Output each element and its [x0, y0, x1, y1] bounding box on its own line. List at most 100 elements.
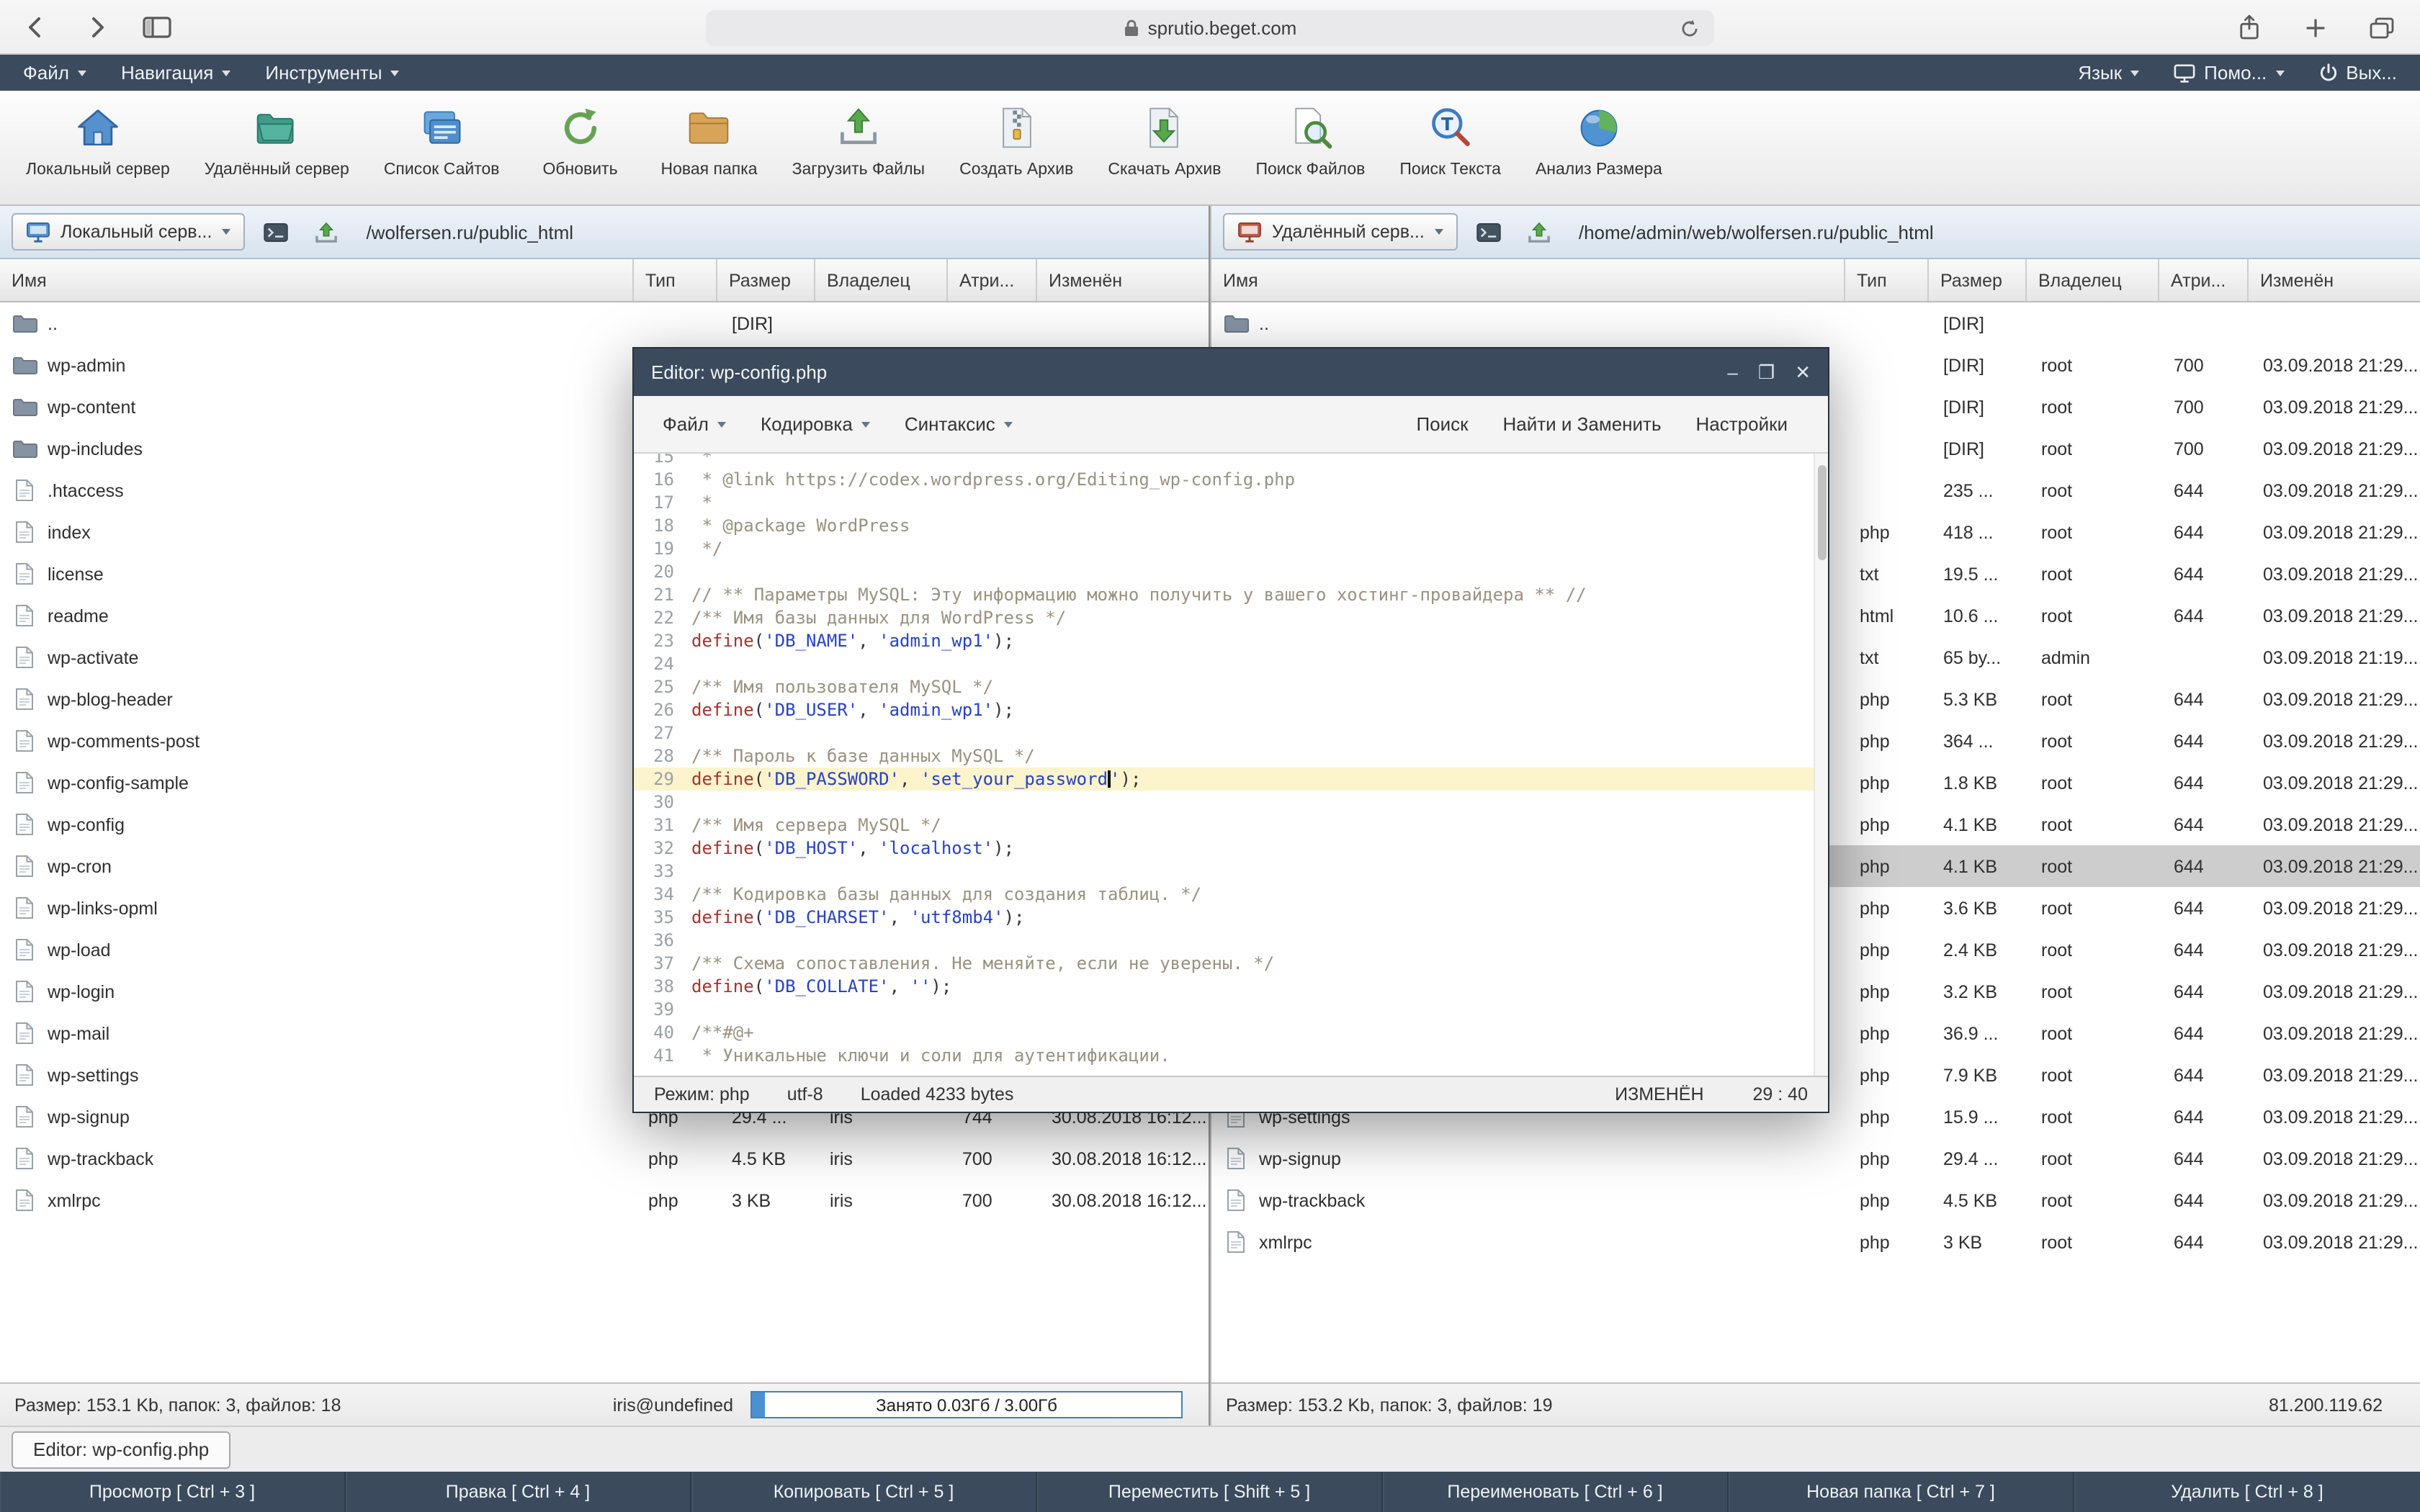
show-tabs-button[interactable]	[2362, 9, 2400, 46]
column-header[interactable]: Владелец	[815, 259, 948, 301]
editor-code-area[interactable]: 15 * 16 * @link https://codex.wordpress.…	[634, 454, 1828, 1076]
table-row[interactable]: xmlrpc php 3 KB root 644 03.09.2018 21:2…	[1211, 1221, 2420, 1263]
table-row[interactable]: .. [DIR]	[1211, 302, 2420, 344]
editor-menu-action[interactable]: Найти и Заменить	[1486, 396, 1679, 452]
editor-menu-item[interactable]: Синтаксис	[887, 396, 1030, 452]
action-button[interactable]: Правка [ Ctrl + 4 ]	[346, 1472, 691, 1512]
menu-help[interactable]: Помо...	[2156, 55, 2301, 91]
editor-scrollbar[interactable]	[1814, 454, 1828, 1076]
code-line[interactable]: 22 /** Имя базы данных для WordPress */	[634, 606, 1828, 629]
code-line[interactable]: 23 define('DB_NAME', 'admin_wp1');	[634, 629, 1828, 652]
maximize-button[interactable]: ❐	[1758, 363, 1775, 382]
table-row[interactable]: wp-trackback php 4.5 KB iris 700 30.08.2…	[0, 1138, 1209, 1179]
code-line[interactable]: 17 *	[634, 491, 1828, 514]
action-button[interactable]: Копировать [ Ctrl + 5 ]	[691, 1472, 1037, 1512]
remote-server-selector[interactable]: Удалённый серв...	[1223, 213, 1458, 251]
column-header[interactable]: Владелец	[2027, 259, 2159, 301]
menu-item[interactable]: Навигация	[104, 55, 248, 91]
editor-title-bar[interactable]: Editor: wp-config.php – ❐ ✕	[634, 348, 1828, 396]
file-name: xmlrpc	[48, 1190, 101, 1210]
table-row[interactable]: wp-signup php 29.4 ... root 644 03.09.20…	[1211, 1138, 2420, 1179]
upload-button[interactable]	[1520, 214, 1559, 250]
share-button[interactable]	[2230, 9, 2267, 46]
column-header[interactable]: Имя	[0, 259, 634, 301]
code-line[interactable]: 31 /** Имя сервера MySQL */	[634, 814, 1828, 837]
action-button[interactable]: Удалить [ Ctrl + 8 ]	[2074, 1472, 2420, 1512]
window-tab[interactable]: Editor: wp-config.php	[12, 1431, 230, 1468]
action-button[interactable]: Переименовать [ Ctrl + 6 ]	[1383, 1472, 1729, 1512]
code-line[interactable]: 34 /** Кодировка базы данных для создани…	[634, 883, 1828, 906]
code-line[interactable]: 25 /** Имя пользователя MySQL */	[634, 675, 1828, 698]
new-tab-button[interactable]	[2296, 9, 2334, 46]
toolbar-button[interactable]: Локальный сервер	[26, 102, 170, 179]
toolbar-button[interactable]: Поиск Файлов	[1255, 102, 1365, 179]
code-line[interactable]: 32 define('DB_HOST', 'localhost');	[634, 837, 1828, 860]
code-line[interactable]: 19 */	[634, 537, 1828, 560]
editor-menu-item[interactable]: Кодировка	[743, 396, 887, 452]
code-line[interactable]: 15 *	[634, 454, 1828, 468]
code-line[interactable]: 21 // ** Параметры MySQL: Эту информацию…	[634, 583, 1828, 606]
action-button[interactable]: Новая папка [ Ctrl + 7 ]	[1729, 1472, 2074, 1512]
code-line[interactable]: 37 /** Схема сопоставления. Не меняйте, …	[634, 952, 1828, 975]
column-header[interactable]: Атри...	[948, 259, 1037, 301]
minimize-button[interactable]: –	[1727, 363, 1737, 382]
sidebar-toggle-button[interactable]	[138, 9, 176, 46]
toolbar-button[interactable]: Обновить	[534, 102, 627, 179]
menu-exit[interactable]: Вых...	[2301, 55, 2414, 91]
toolbar-button[interactable]: Удалённый сервер	[205, 102, 349, 179]
code-line[interactable]: 38 define('DB_COLLATE', '');	[634, 975, 1828, 998]
column-header[interactable]: Изменён	[2249, 259, 2420, 301]
column-header[interactable]: Имя	[1211, 259, 1845, 301]
code-line[interactable]: 16 * @link https://codex.wordpress.org/E…	[634, 468, 1828, 491]
table-row[interactable]: wp-trackback php 4.5 KB root 644 03.09.2…	[1211, 1179, 2420, 1221]
menu-item[interactable]: Файл	[6, 55, 104, 91]
toolbar-button[interactable]: Новая папка	[661, 102, 758, 179]
upload-button[interactable]	[307, 214, 346, 250]
menu-item[interactable]: Инструменты	[248, 55, 416, 91]
code-line[interactable]: 24	[634, 652, 1828, 675]
back-button[interactable]	[17, 9, 55, 46]
close-button[interactable]: ✕	[1795, 363, 1811, 382]
code-line[interactable]: 30	[634, 791, 1828, 814]
terminal-button[interactable]	[1469, 214, 1508, 250]
code-line[interactable]: 27	[634, 721, 1828, 744]
column-header[interactable]: Размер	[717, 259, 815, 301]
toolbar-button[interactable]: Анализ Размера	[1536, 102, 1662, 179]
column-header[interactable]: Тип	[634, 259, 717, 301]
forward-button[interactable]	[78, 9, 115, 46]
cell-name: ..	[0, 313, 634, 333]
editor-menu-item[interactable]: Файл	[645, 396, 743, 452]
toolbar-button[interactable]: Загрузить Файлы	[792, 102, 926, 179]
column-header[interactable]: Изменён	[1037, 259, 1209, 301]
editor-menu-action[interactable]: Настройки	[1679, 396, 1806, 452]
toolbar-button[interactable]: Скачать Архив	[1108, 102, 1221, 179]
terminal-button[interactable]	[256, 214, 295, 250]
editor-menu-action[interactable]: Поиск	[1399, 396, 1485, 452]
toolbar-button[interactable]: Создать Архив	[959, 102, 1073, 179]
action-button[interactable]: Переместить [ Shift + 5 ]	[1037, 1472, 1383, 1512]
code-line[interactable]: 39	[634, 998, 1828, 1021]
code-line[interactable]: 26 define('DB_USER', 'admin_wp1');	[634, 698, 1828, 721]
code-line[interactable]: 36	[634, 929, 1828, 952]
menu-language[interactable]: Язык	[2061, 55, 2156, 91]
column-header[interactable]: Тип	[1845, 259, 1929, 301]
scrollbar-thumb[interactable]	[1817, 465, 1826, 560]
address-bar[interactable]: sprutio.beget.com	[706, 10, 1714, 46]
code-line[interactable]: 29 define('DB_PASSWORD', 'set_your_passw…	[634, 768, 1828, 791]
table-row[interactable]: xmlrpc php 3 KB iris 700 30.08.2018 16:1…	[0, 1179, 1209, 1221]
table-row[interactable]: .. [DIR]	[0, 302, 1209, 344]
code-line[interactable]: 18 * @package WordPress	[634, 514, 1828, 537]
column-header[interactable]: Атри...	[2159, 259, 2249, 301]
code-line[interactable]: 41 * Уникальные ключи и соли для аутенти…	[634, 1044, 1828, 1067]
toolbar-button[interactable]: T Поиск Текста	[1399, 102, 1501, 179]
local-server-selector[interactable]: Локальный серв...	[12, 213, 245, 251]
code-line[interactable]: 40 /**#@+	[634, 1021, 1828, 1044]
code-line[interactable]: 20	[634, 560, 1828, 583]
reload-button[interactable]	[1674, 12, 1706, 44]
column-header[interactable]: Размер	[1929, 259, 2027, 301]
code-line[interactable]: 33	[634, 860, 1828, 883]
action-button[interactable]: Просмотр [ Ctrl + 3 ]	[0, 1472, 346, 1512]
code-line[interactable]: 35 define('DB_CHARSET', 'utf8mb4');	[634, 906, 1828, 929]
code-line[interactable]: 28 /** Пароль к базе данных MySQL */	[634, 744, 1828, 768]
toolbar-button[interactable]: Список Сайтов	[384, 102, 500, 179]
